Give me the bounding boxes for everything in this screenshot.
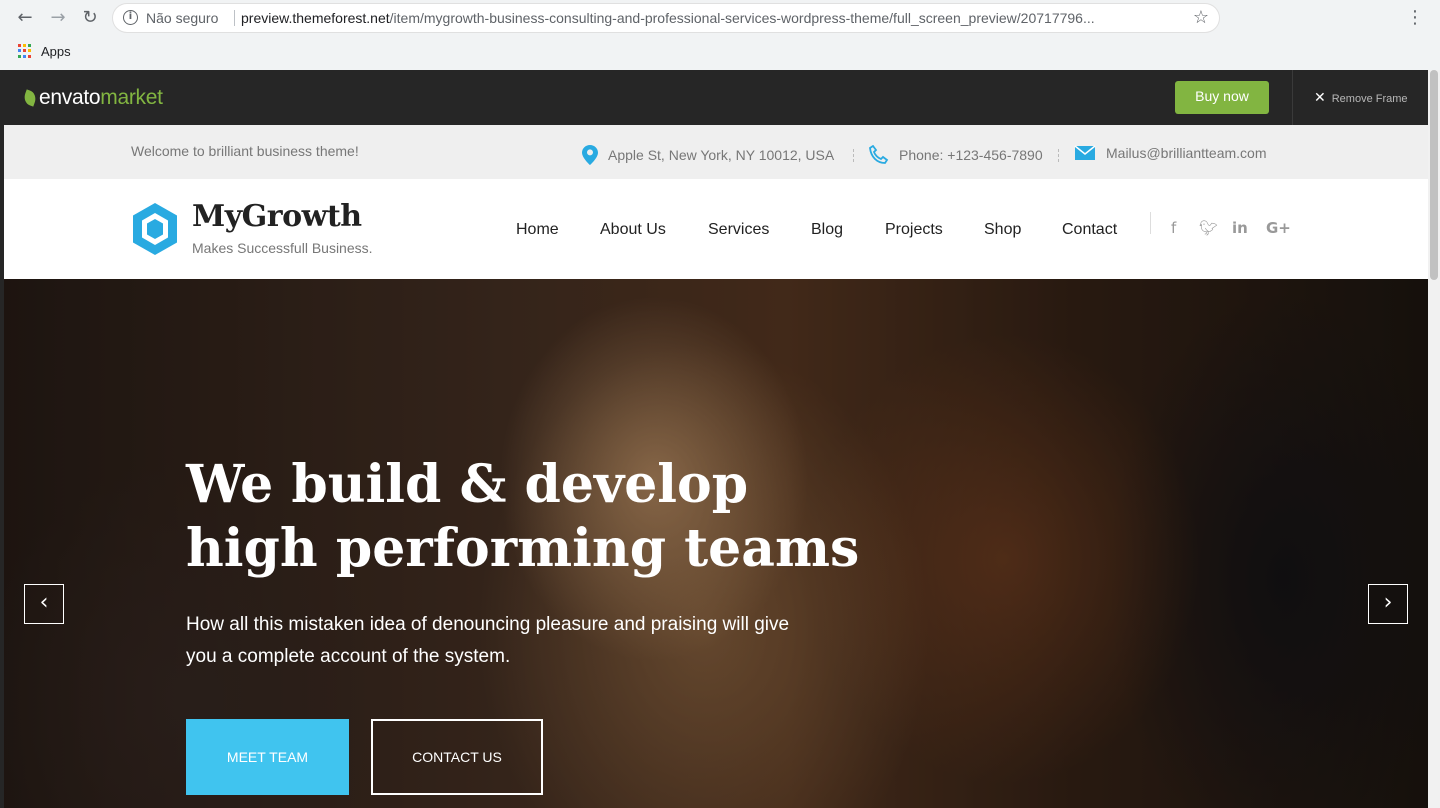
slider-prev-arrow-icon[interactable]: ‹	[24, 584, 64, 624]
hero-title: We build & develop high performing teams	[186, 453, 859, 581]
google-plus-icon[interactable]: G+	[1266, 219, 1291, 237]
nav-contact[interactable]: Contact	[1062, 221, 1117, 239]
linkedin-icon[interactable]: in	[1232, 219, 1248, 237]
address-bar[interactable]: i Não seguro preview.themeforest.net/ite…	[113, 4, 1219, 32]
nav-shop[interactable]: Shop	[984, 221, 1021, 239]
hero-subtitle: How all this mistaken idea of denouncing…	[186, 614, 790, 667]
topbar-divider	[1058, 149, 1059, 162]
url-path: /item/mygrowth-business-consulting-and-p…	[389, 10, 1095, 26]
hero-title-line-2: high performing teams	[186, 518, 860, 579]
address-text: Apple St, New York, NY 10012, USA	[608, 147, 835, 163]
remove-frame-label: Remove Frame	[1331, 93, 1408, 105]
envato-logo-market: market	[100, 86, 163, 109]
browser-menu-icon[interactable]: ⋮	[1406, 7, 1424, 29]
envato-leaf-icon	[21, 89, 39, 107]
back-icon[interactable]: ←	[14, 7, 36, 29]
envato-bar: envatomarket Buy now ✕ Remove Frame	[4, 70, 1428, 125]
apps-grid-icon[interactable]	[18, 44, 32, 58]
twitter-icon[interactable]: 🐦︎	[1199, 219, 1218, 237]
scrollbar-thumb[interactable]	[1430, 70, 1438, 280]
forward-icon[interactable]: →	[47, 7, 69, 29]
mail-icon	[1074, 145, 1096, 160]
nav-services[interactable]: Services	[708, 221, 769, 239]
site-header: MyGrowth Makes Successfull Business. Hom…	[4, 179, 1428, 279]
bookmarks-bar: Apps	[18, 42, 71, 60]
reload-icon[interactable]: ↻	[79, 7, 101, 29]
omnibox-divider	[234, 10, 235, 26]
apps-bookmark[interactable]: Apps	[41, 44, 71, 59]
hero-slider: We build & develop high performing teams…	[4, 279, 1428, 808]
envato-logo[interactable]: envatomarket	[21, 86, 163, 110]
top-info-bar: Welcome to brilliant business theme! App…	[4, 125, 1428, 179]
phone-item: Phone: +123-456-7890	[869, 145, 1043, 165]
url-host: preview.themeforest.net	[241, 10, 390, 26]
address-item: Apple St, New York, NY 10012, USA	[582, 145, 834, 165]
remove-frame-button[interactable]: ✕ Remove Frame	[1292, 70, 1428, 125]
slider-next-arrow-icon[interactable]: ›	[1368, 584, 1408, 624]
nav-divider	[1150, 212, 1151, 234]
brand-tagline: Makes Successfull Business.	[192, 240, 373, 256]
page-scrollbar[interactable]	[1428, 70, 1440, 808]
nav-projects[interactable]: Projects	[885, 221, 943, 239]
facebook-icon[interactable]: f	[1171, 219, 1176, 237]
envato-logo-word: envato	[39, 86, 101, 109]
phone-icon	[869, 145, 889, 164]
topbar-divider	[853, 149, 854, 162]
info-icon[interactable]: i	[123, 10, 138, 25]
nav-about-us[interactable]: About Us	[600, 221, 666, 239]
contact-us-button[interactable]: CONTACT US	[371, 719, 543, 795]
hero-title-line-1: We build & develop	[186, 454, 749, 515]
bookmark-star-icon[interactable]: ☆	[1193, 7, 1209, 28]
nav-home[interactable]: Home	[516, 221, 559, 239]
email-text[interactable]: Mailus@brilliantteam.com	[1106, 145, 1266, 161]
browser-chrome: ← → ↻ i Não seguro preview.themeforest.n…	[0, 0, 1440, 70]
security-label: Não seguro	[146, 10, 219, 26]
email-item[interactable]: Mailus@brilliantteam.com	[1074, 145, 1266, 161]
url-text[interactable]: preview.themeforest.net/item/mygrowth-bu…	[241, 10, 1179, 26]
page-viewport: envatomarket Buy now ✕ Remove Frame Welco…	[4, 70, 1428, 808]
meet-team-button[interactable]: MEET TEAM	[186, 719, 349, 795]
close-icon: ✕	[1314, 89, 1326, 105]
nav-blog[interactable]: Blog	[811, 221, 843, 239]
map-pin-icon	[582, 145, 598, 165]
welcome-text: Welcome to brilliant business theme!	[131, 143, 359, 159]
buy-now-button[interactable]: Buy now	[1175, 81, 1269, 114]
phone-text: Phone: +123-456-7890	[899, 147, 1043, 163]
